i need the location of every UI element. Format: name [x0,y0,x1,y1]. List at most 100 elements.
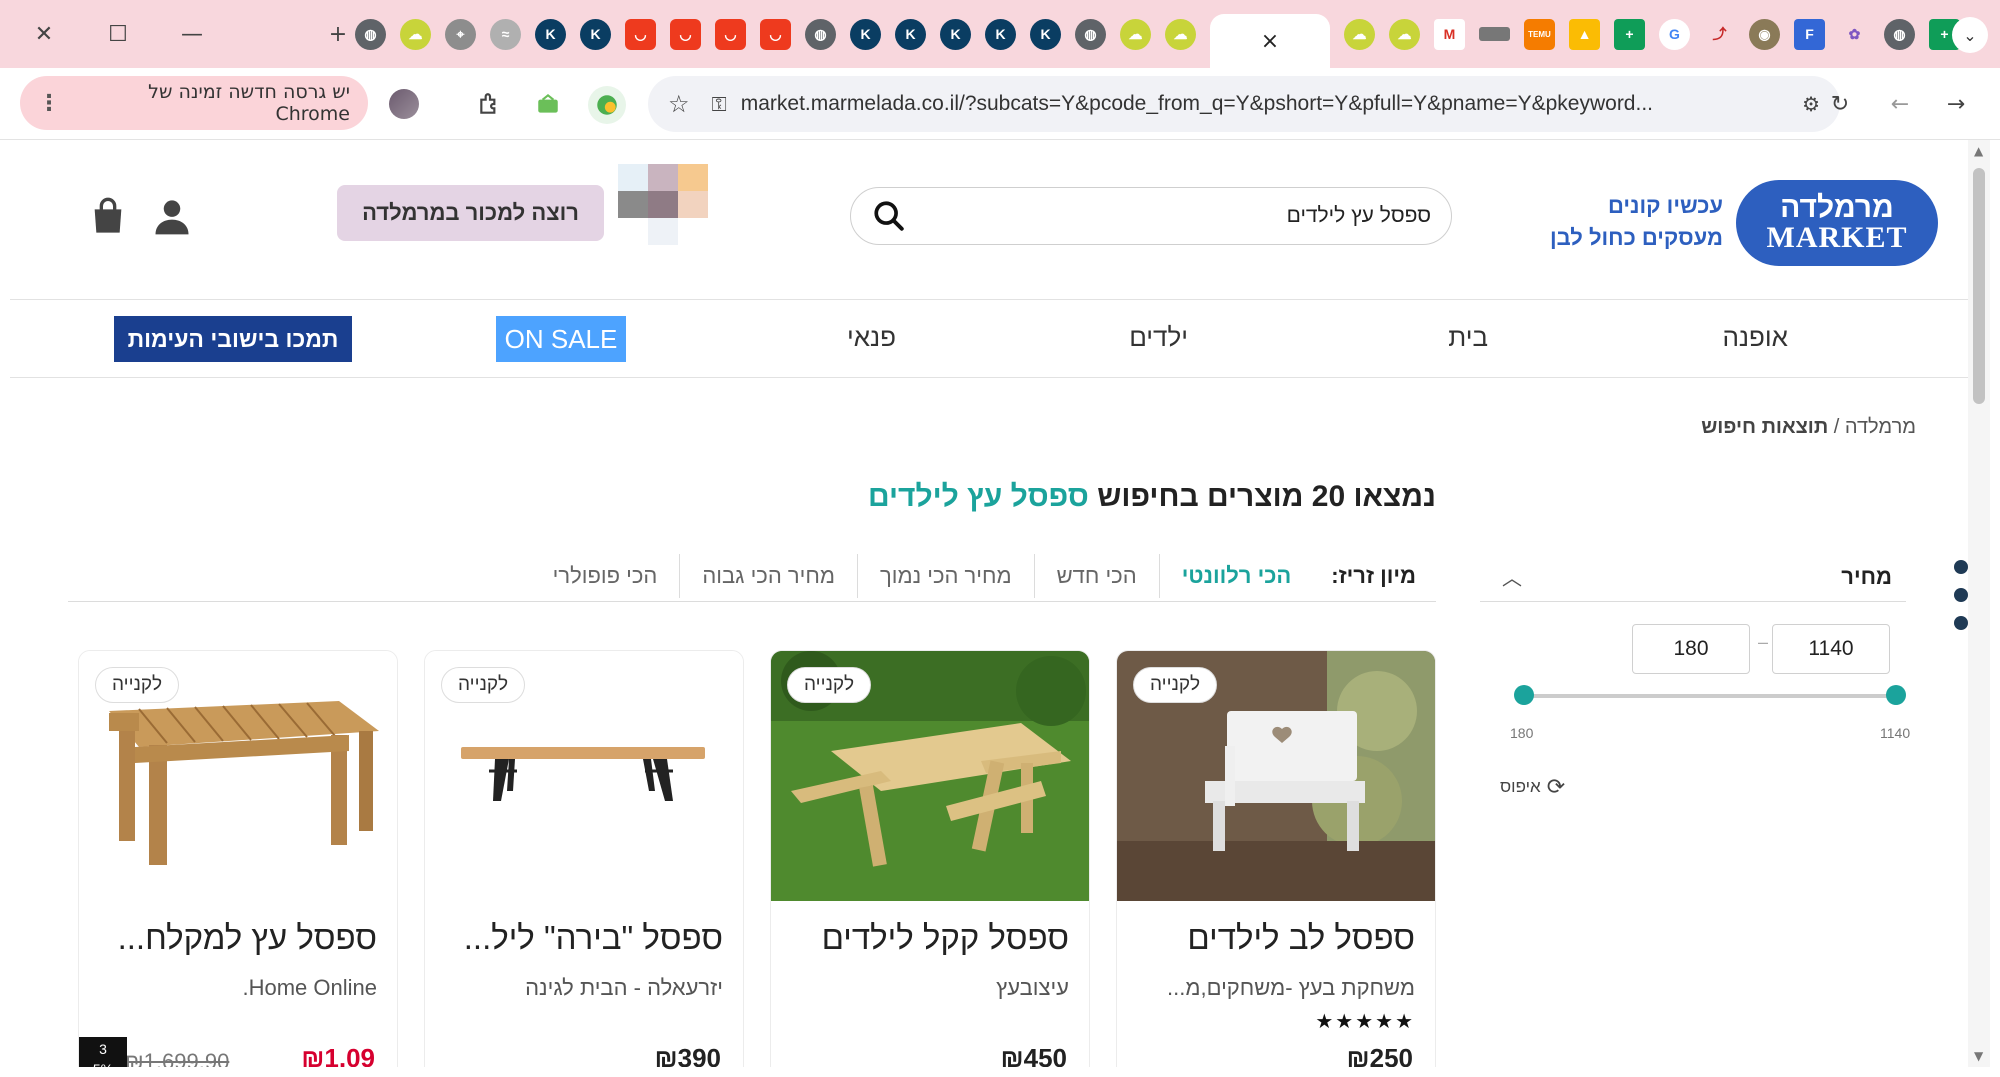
tab-k-icon[interactable]: K [985,18,1016,50]
product-card[interactable]: לקנייה ספסל לב לילדים משחקת בעץ -משחקים,… [1116,650,1436,1067]
nav-home[interactable]: בית [1448,322,1488,353]
bookmark-star-icon[interactable]: ☆ [668,90,690,118]
tab-card-icon[interactable] [1479,27,1510,41]
buy-button[interactable]: לקנייה [1133,667,1218,703]
sort-newest[interactable]: הכי חדש [1035,553,1160,598]
tab-temu-icon[interactable]: TEMU [1524,18,1555,50]
tab-basket-icon[interactable]: ◡ [625,18,656,50]
active-tab[interactable]: × [1210,14,1330,68]
user-account-icon[interactable] [150,194,194,238]
tab-forms-icon[interactable]: F [1794,18,1825,50]
scroll-up-arrow-icon[interactable]: ▲ [1974,144,1983,158]
tab-close-icon[interactable]: × [1261,29,1279,54]
product-seller[interactable]: יזרעאלה - הבית לגינה [433,975,723,1001]
tab-globe-icon[interactable]: ◍ [355,18,386,50]
product-title[interactable]: ספסל "בירה" ליל... [433,919,723,957]
page-scrollbar[interactable]: ▲ ▼ [1968,140,1990,1067]
tab-wifi-icon[interactable]: ≈ [490,18,521,50]
product-title[interactable]: ספסל קקל לילדים [779,919,1069,957]
price-min-input[interactable]: 180 [1632,624,1750,674]
tab-drive-icon[interactable]: ▲ [1569,18,1600,50]
chrome-update-button[interactable]: ⋮ יש גרסה חדשה זמינה של Chrome [20,76,368,130]
scroll-down-arrow-icon[interactable]: ▼ [1974,1049,1983,1063]
sort-popular[interactable]: הכי פופולרי [531,553,681,598]
tab-globe-icon[interactable]: ◍ [805,18,836,50]
back-icon[interactable]: ← [1882,86,1918,122]
maximize-window-icon[interactable]: ☐ [98,14,138,54]
price-max-input[interactable]: 1140 [1772,624,1890,674]
sell-on-marmelada-button[interactable]: רוצה למכור במרמלדה [337,185,604,241]
nav-on-sale[interactable]: ON SALE [496,316,626,362]
reload-icon[interactable]: ↻ [1822,86,1858,122]
extension-wallet-icon[interactable] [530,86,566,122]
price-slider-track[interactable] [1524,694,1896,698]
product-title[interactable]: ספסל לב לילדים [1125,919,1415,957]
buy-button[interactable]: לקנייה [441,667,526,703]
nav-support-border-towns[interactable]: תמכו בישובי העימות [114,316,352,362]
scrollbar-thumb[interactable] [1973,168,1985,404]
shopping-bag-icon[interactable] [84,194,128,238]
price-reset-button[interactable]: ⟳ איפוס [1500,774,1565,800]
tab-search-chevron-icon[interactable]: ⌄ [1952,17,1988,53]
search-box[interactable]: ספסל עץ לילדים [850,187,1452,245]
product-seller[interactable]: משחקת בעץ -משחקים,מ... [1125,975,1415,1001]
tab-cloud-icon[interactable]: ☁ [1344,18,1375,50]
dot[interactable] [1954,616,1968,630]
profile-avatar[interactable] [386,86,422,122]
tab-cloud-icon[interactable]: ☁ [1389,18,1420,50]
tab-sheets-icon[interactable]: + [1614,18,1645,50]
tab-cloud-icon[interactable]: ☁ [400,18,431,50]
minimize-window-icon[interactable]: — [172,14,212,54]
tab-swirl-icon[interactable]: ✿ [1839,19,1870,50]
sort-most-relevant[interactable]: הכי רלוונטי [1160,554,1314,598]
tab-cloud-icon[interactable]: ☁ [1165,18,1196,50]
price-slider-min-handle[interactable] [1514,685,1534,705]
dot[interactable] [1954,588,1968,602]
tab-cloud-icon[interactable]: ☁ [1120,18,1151,50]
tab-k-icon[interactable]: K [580,18,611,50]
tab-k-icon[interactable]: K [940,18,971,50]
forward-icon[interactable]: → [1938,86,1974,122]
nav-fashion[interactable]: אופנה [1722,322,1788,353]
search-input[interactable]: ספסל עץ לילדים [907,204,1431,228]
tab-basket-icon[interactable]: ◡ [760,18,791,50]
tab-basket-icon[interactable]: ◡ [670,18,701,50]
tab-k-icon[interactable]: K [535,18,566,50]
price-filter-header[interactable]: מחיר ︿ [1480,550,1906,602]
chevron-up-icon[interactable]: ︿ [1502,562,1522,591]
site-info-icon[interactable]: ⚿ [712,92,727,116]
buy-button[interactable]: לקנייה [787,667,872,703]
product-card[interactable]: לקנייה ספסל עץ למקלח... Home Online. ₪1,… [78,650,398,1067]
buy-button[interactable]: לקנייה [95,667,180,703]
address-bar[interactable]: ☆ ⚿ market.marmelada.co.il/?subcats=Y&pc… [648,76,1840,132]
tab-k-icon[interactable]: K [895,18,926,50]
product-card[interactable]: לקנייה ספסל "בירה" ליל... יזרעאלה - הבית… [424,650,744,1067]
tab-k-icon[interactable]: K [1030,18,1061,50]
product-seller[interactable]: עיצובעץ [779,975,1069,1001]
sort-price-high[interactable]: מחיר הכי גבוה [680,553,858,598]
product-title[interactable]: ספסל עץ למקלח... [87,919,377,957]
tab-map-pin-icon[interactable]: ⌖ [445,18,476,50]
close-window-icon[interactable]: ✕ [24,14,64,54]
tab-seal-icon[interactable]: ◉ [1749,18,1780,50]
url-text[interactable]: market.marmelada.co.il/?subcats=Y&pcode_… [741,92,1741,116]
nav-kids[interactable]: ילדים [1129,322,1188,353]
dot[interactable] [1954,560,1968,574]
extension-leaf-icon[interactable] [588,86,626,124]
breadcrumb-root[interactable]: מרמלדה [1845,416,1916,438]
tab-k-icon[interactable]: K [850,18,881,50]
tune-icon[interactable]: ⚙ [1802,92,1820,116]
site-logo[interactable]: מרמלדה MARKET [1736,180,1938,266]
product-seller[interactable]: Home Online. [87,975,377,1001]
nav-leisure[interactable]: פנאי [847,322,896,353]
tab-basket-icon[interactable]: ◡ [715,18,746,50]
sort-price-low[interactable]: מחיר הכי נמוך [858,553,1035,598]
tab-bird-icon[interactable]: ⤴ [1704,19,1735,50]
tab-globe-icon[interactable]: ◍ [1075,18,1106,50]
price-slider-max-handle[interactable] [1886,685,1906,705]
product-card[interactable]: לקנייה ספסל קקל לילדים עיצובעץ ₪450 [770,650,1090,1067]
extensions-puzzle-icon[interactable] [472,86,508,122]
tab-globe-icon[interactable]: ◍ [1884,18,1915,50]
search-icon[interactable] [871,198,907,234]
new-tab-icon[interactable]: + [318,14,358,54]
